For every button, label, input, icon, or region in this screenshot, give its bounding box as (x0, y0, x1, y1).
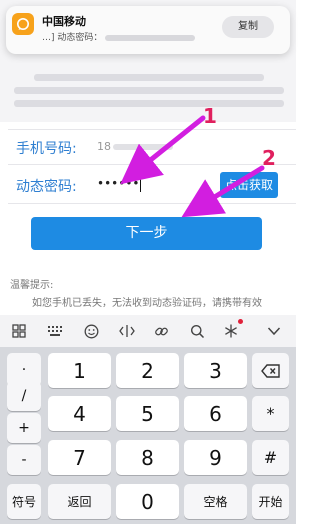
arrow-2 (181, 165, 265, 218)
annotation-number-1: 1 (203, 104, 217, 128)
arrow-1 (120, 115, 206, 185)
annotation-overlay (120, 115, 265, 218)
annotation-number-2: 2 (262, 146, 276, 170)
